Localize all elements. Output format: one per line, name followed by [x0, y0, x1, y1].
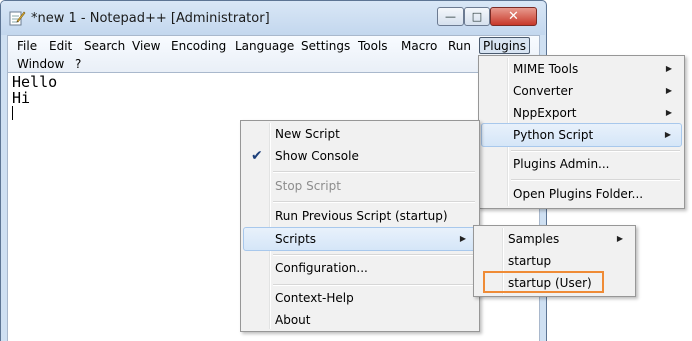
editor-line-2: Hi: [12, 89, 31, 107]
editor-line-1: Hello: [12, 73, 58, 91]
maximize-button[interactable]: □: [464, 7, 490, 26]
python-item-scripts[interactable]: Scripts ▶: [243, 227, 477, 251]
maximize-icon: □: [471, 10, 483, 23]
menu-item-label: Context-Help: [275, 291, 354, 305]
menu-view[interactable]: View: [132, 38, 160, 55]
python-item-context-help[interactable]: Context-Help: [243, 287, 477, 309]
menu-item-label: Samples: [508, 232, 560, 246]
menu-item-label: Scripts: [275, 232, 317, 246]
menu-encoding[interactable]: Encoding: [171, 38, 226, 55]
plugins-item-nppexport[interactable]: NppExport ▶: [481, 102, 682, 124]
submenu-arrow-icon: ▶: [616, 234, 623, 243]
python-item-run-previous-script[interactable]: Run Previous Script (startup): [243, 205, 477, 227]
menu-item-label: Python Script: [513, 128, 594, 142]
menu-separator: [273, 284, 475, 286]
title-bar[interactable]: *new 1 - Notepad++ [Administrator] — □ ✕: [1, 1, 545, 35]
python-script-menu: New Script ✔ Show Console Stop Script Ru…: [240, 120, 480, 332]
window-title: *new 1 - Notepad++ [Administrator]: [31, 11, 270, 26]
python-item-show-console[interactable]: ✔ Show Console: [243, 145, 477, 167]
menu-item-label: Open Plugins Folder...: [513, 187, 644, 201]
python-item-about[interactable]: About: [243, 309, 477, 331]
menu-help[interactable]: ?: [75, 56, 81, 73]
python-item-stop-script: Stop Script: [243, 175, 477, 197]
menu-item-label: Configuration...: [275, 261, 368, 275]
menu-item-label: Plugins Admin...: [513, 157, 610, 171]
submenu-arrow-icon: ▶: [459, 234, 466, 243]
menu-item-label: MIME Tools: [513, 62, 579, 76]
plugins-item-plugins-admin[interactable]: Plugins Admin...: [481, 153, 682, 175]
scripts-item-startup[interactable]: startup: [476, 250, 633, 272]
close-icon: ✕: [508, 9, 519, 24]
menu-bar: File Edit Search View Encoding Language …: [7, 35, 540, 73]
menu-plugins[interactable]: Plugins: [479, 37, 530, 54]
menu-edit[interactable]: Edit: [49, 38, 72, 55]
annotation-highlight-box: [483, 271, 604, 293]
python-item-configuration[interactable]: Configuration...: [243, 257, 477, 279]
plugins-menu: MIME Tools ▶ Converter ▶ NppExport ▶ Pyt…: [478, 55, 685, 209]
menu-item-label: NppExport: [513, 106, 577, 120]
scripts-item-samples[interactable]: Samples ▶: [476, 228, 633, 250]
menu-tools[interactable]: Tools: [358, 38, 388, 55]
submenu-arrow-icon: ▶: [665, 108, 672, 117]
menu-run[interactable]: Run: [448, 38, 471, 55]
menu-separator: [273, 201, 475, 203]
menu-item-label: Converter: [513, 84, 573, 98]
minimize-button[interactable]: —: [437, 7, 464, 26]
close-button[interactable]: ✕: [490, 7, 537, 26]
plugins-item-converter[interactable]: Converter ▶: [481, 80, 682, 102]
menu-item-label: Stop Script: [275, 179, 341, 193]
menu-separator: [511, 150, 680, 152]
menu-item-label: Show Console: [275, 149, 359, 163]
menu-language[interactable]: Language: [235, 38, 294, 55]
menu-item-label: About: [275, 313, 311, 327]
notepad-app-icon: [9, 11, 26, 26]
plugins-item-open-plugins-folder[interactable]: Open Plugins Folder...: [481, 183, 682, 205]
menu-item-label: startup: [508, 254, 552, 268]
submenu-arrow-icon: ▶: [664, 130, 671, 139]
menu-search[interactable]: Search: [84, 38, 125, 55]
menu-separator: [511, 179, 680, 181]
menu-file[interactable]: File: [17, 38, 37, 55]
menu-separator: [273, 171, 475, 173]
menu-macro[interactable]: Macro: [401, 38, 437, 55]
submenu-arrow-icon: ▶: [665, 86, 672, 95]
plugins-item-mime-tools[interactable]: MIME Tools ▶: [481, 58, 682, 80]
menu-item-label: Run Previous Script (startup): [275, 209, 448, 223]
minimize-icon: —: [445, 10, 456, 23]
text-caret: [12, 106, 13, 120]
menu-separator: [273, 254, 475, 256]
menu-window[interactable]: Window: [17, 56, 64, 73]
menu-item-label: New Script: [275, 127, 340, 141]
menu-settings[interactable]: Settings: [301, 38, 350, 55]
submenu-arrow-icon: ▶: [665, 64, 672, 73]
python-item-new-script[interactable]: New Script: [243, 123, 477, 145]
checkmark-icon: ✔: [251, 148, 263, 164]
plugins-item-python-script[interactable]: Python Script ▶: [481, 123, 682, 147]
